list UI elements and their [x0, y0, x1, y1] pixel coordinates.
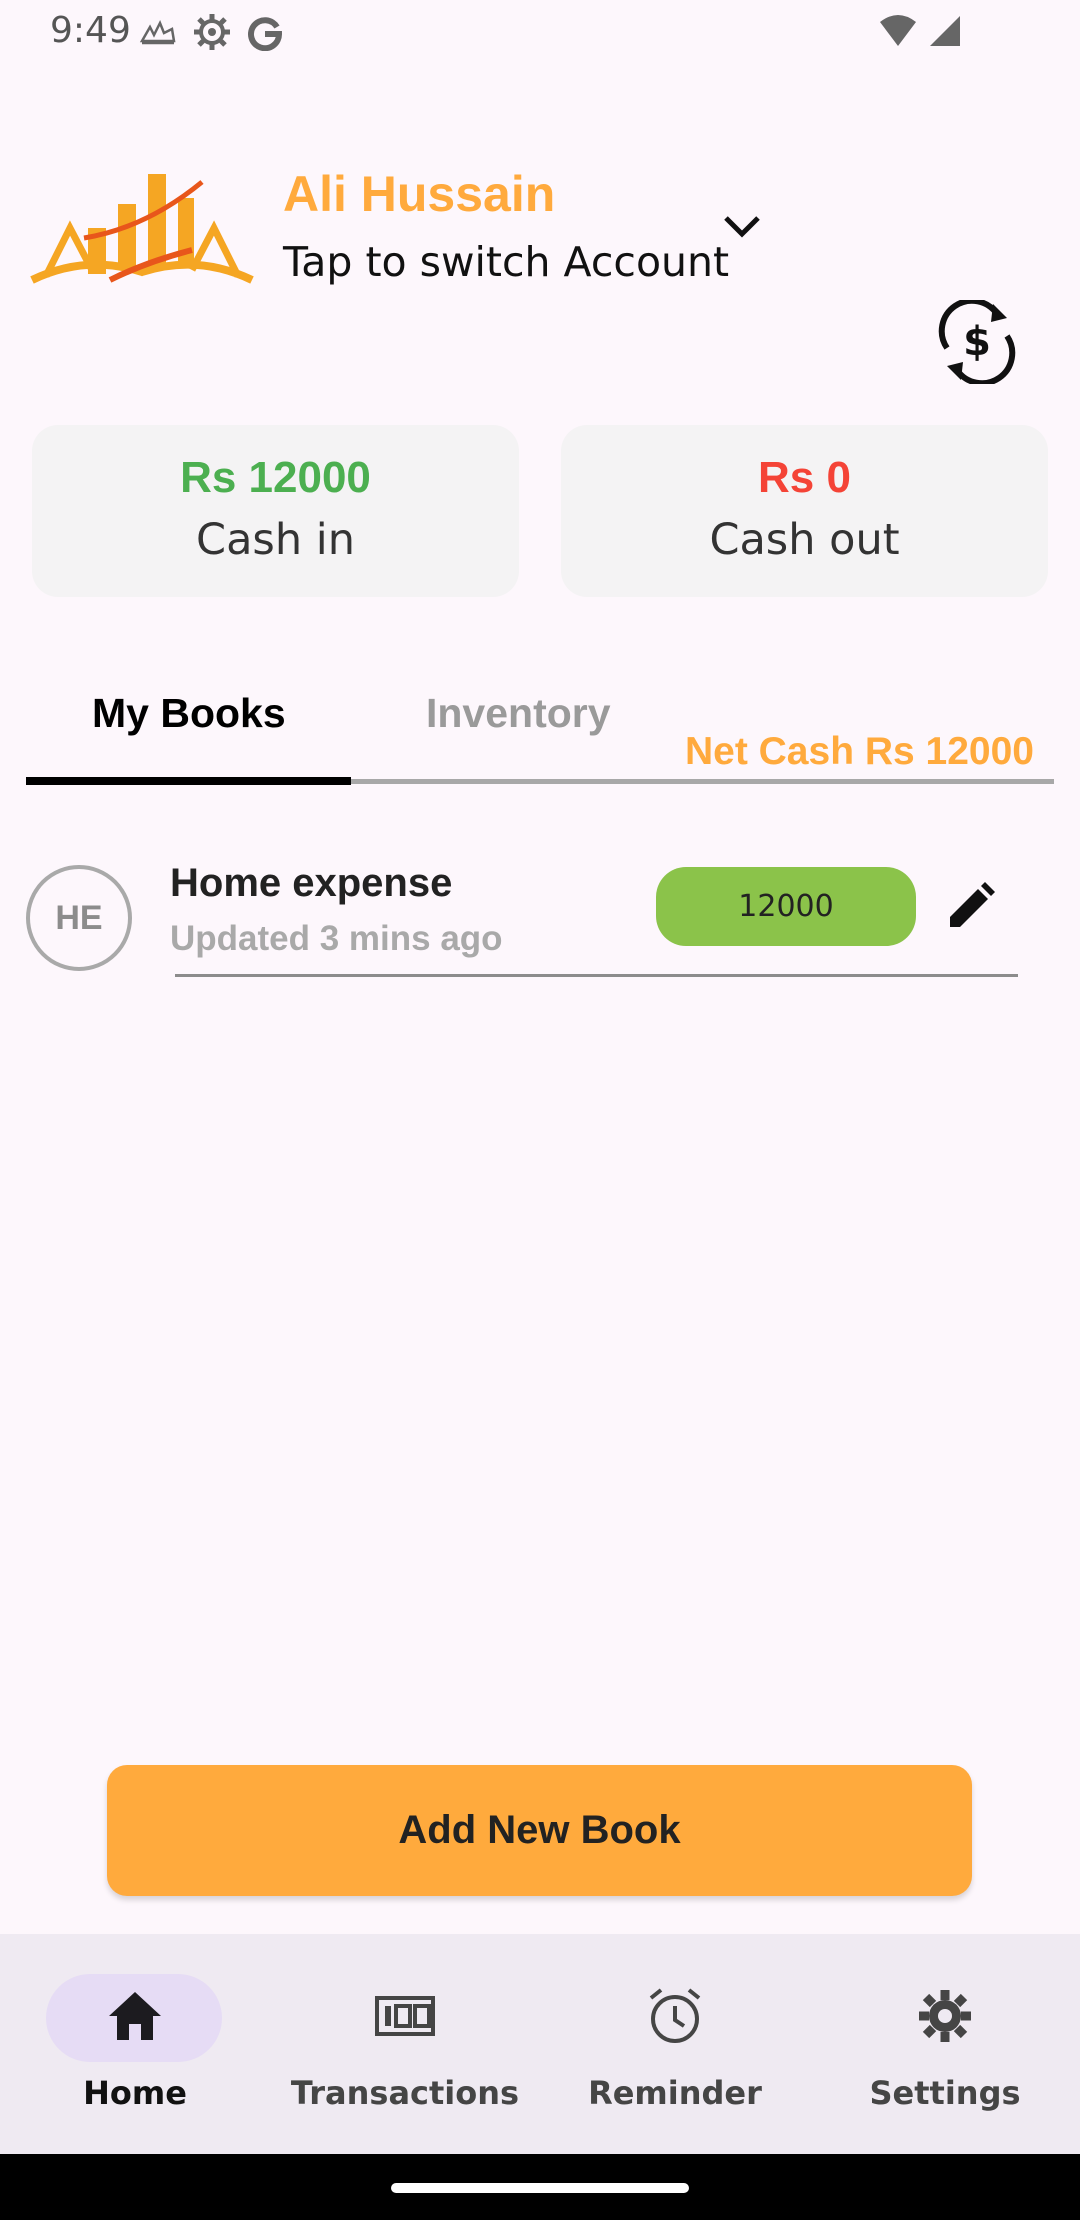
status-time: 9:49	[50, 10, 131, 51]
bottom-navigation: Home Transactions Reminder Settings	[0, 1934, 1080, 2154]
app-notification-icon	[139, 19, 176, 45]
book-updated-time: Updated 3 mins ago	[170, 919, 503, 958]
cash-in-card: Rs 12000 Cash in	[32, 425, 519, 597]
book-avatar: HE	[26, 865, 132, 971]
edit-icon[interactable]	[944, 881, 996, 933]
book-tabs: My Books Inventory Net Cash Rs 12000	[26, 660, 1054, 790]
nav-transactions-label: Transactions	[290, 2074, 520, 2112]
nav-settings[interactable]: Settings	[810, 1934, 1080, 2154]
google-icon	[248, 17, 283, 51]
home-gesture-handle[interactable]	[391, 2183, 689, 2193]
gear-icon	[919, 1990, 971, 2042]
status-bar: 9:49	[0, 0, 1080, 64]
tab-my-books[interactable]: My Books	[92, 690, 286, 737]
book-divider	[175, 974, 1018, 977]
alarm-icon	[649, 1988, 701, 2043]
add-new-book-button[interactable]: Add New Book	[107, 1765, 972, 1896]
cash-out-label: Cash out	[709, 515, 900, 565]
nav-home-label: Home	[83, 2074, 187, 2112]
switch-account-label[interactable]: Tap to switch Account	[283, 238, 729, 286]
nav-reminder[interactable]: Reminder	[540, 1934, 810, 2154]
list-item[interactable]: HE Home expense Updated 3 mins ago 12000	[26, 855, 1026, 980]
cash-in-label: Cash in	[196, 515, 355, 565]
chevron-down-icon[interactable]	[720, 205, 764, 249]
signal-icon	[930, 16, 960, 46]
nav-settings-label: Settings	[869, 2074, 1021, 2112]
cash-out-amount: Rs 0	[758, 453, 851, 502]
money-icon	[375, 1996, 435, 2036]
book-amount-badge: 12000	[656, 867, 916, 946]
wifi-icon	[880, 15, 916, 46]
nav-reminder-label: Reminder	[588, 2074, 762, 2112]
system-gesture-area	[0, 2154, 1080, 2220]
nav-home[interactable]: Home	[0, 1934, 270, 2154]
nav-transactions[interactable]: Transactions	[270, 1934, 540, 2154]
net-cash-label: Net Cash Rs 12000	[684, 730, 1034, 773]
tab-inventory[interactable]: Inventory	[426, 690, 611, 737]
book-title: Home expense	[170, 861, 453, 905]
active-tab-indicator	[26, 777, 351, 785]
currency-exchange-icon[interactable]: $	[935, 300, 1019, 384]
home-icon	[109, 1992, 161, 2040]
status-system-icons	[878, 14, 962, 48]
status-notification-icons	[138, 12, 284, 52]
account-name[interactable]: Ali Hussain	[283, 165, 555, 223]
cash-out-card: Rs 0 Cash out	[561, 425, 1048, 597]
svg-text:$: $	[963, 319, 991, 365]
settings-notification-icon	[194, 14, 230, 50]
cash-in-amount: Rs 12000	[180, 453, 371, 502]
app-logo	[30, 174, 254, 284]
